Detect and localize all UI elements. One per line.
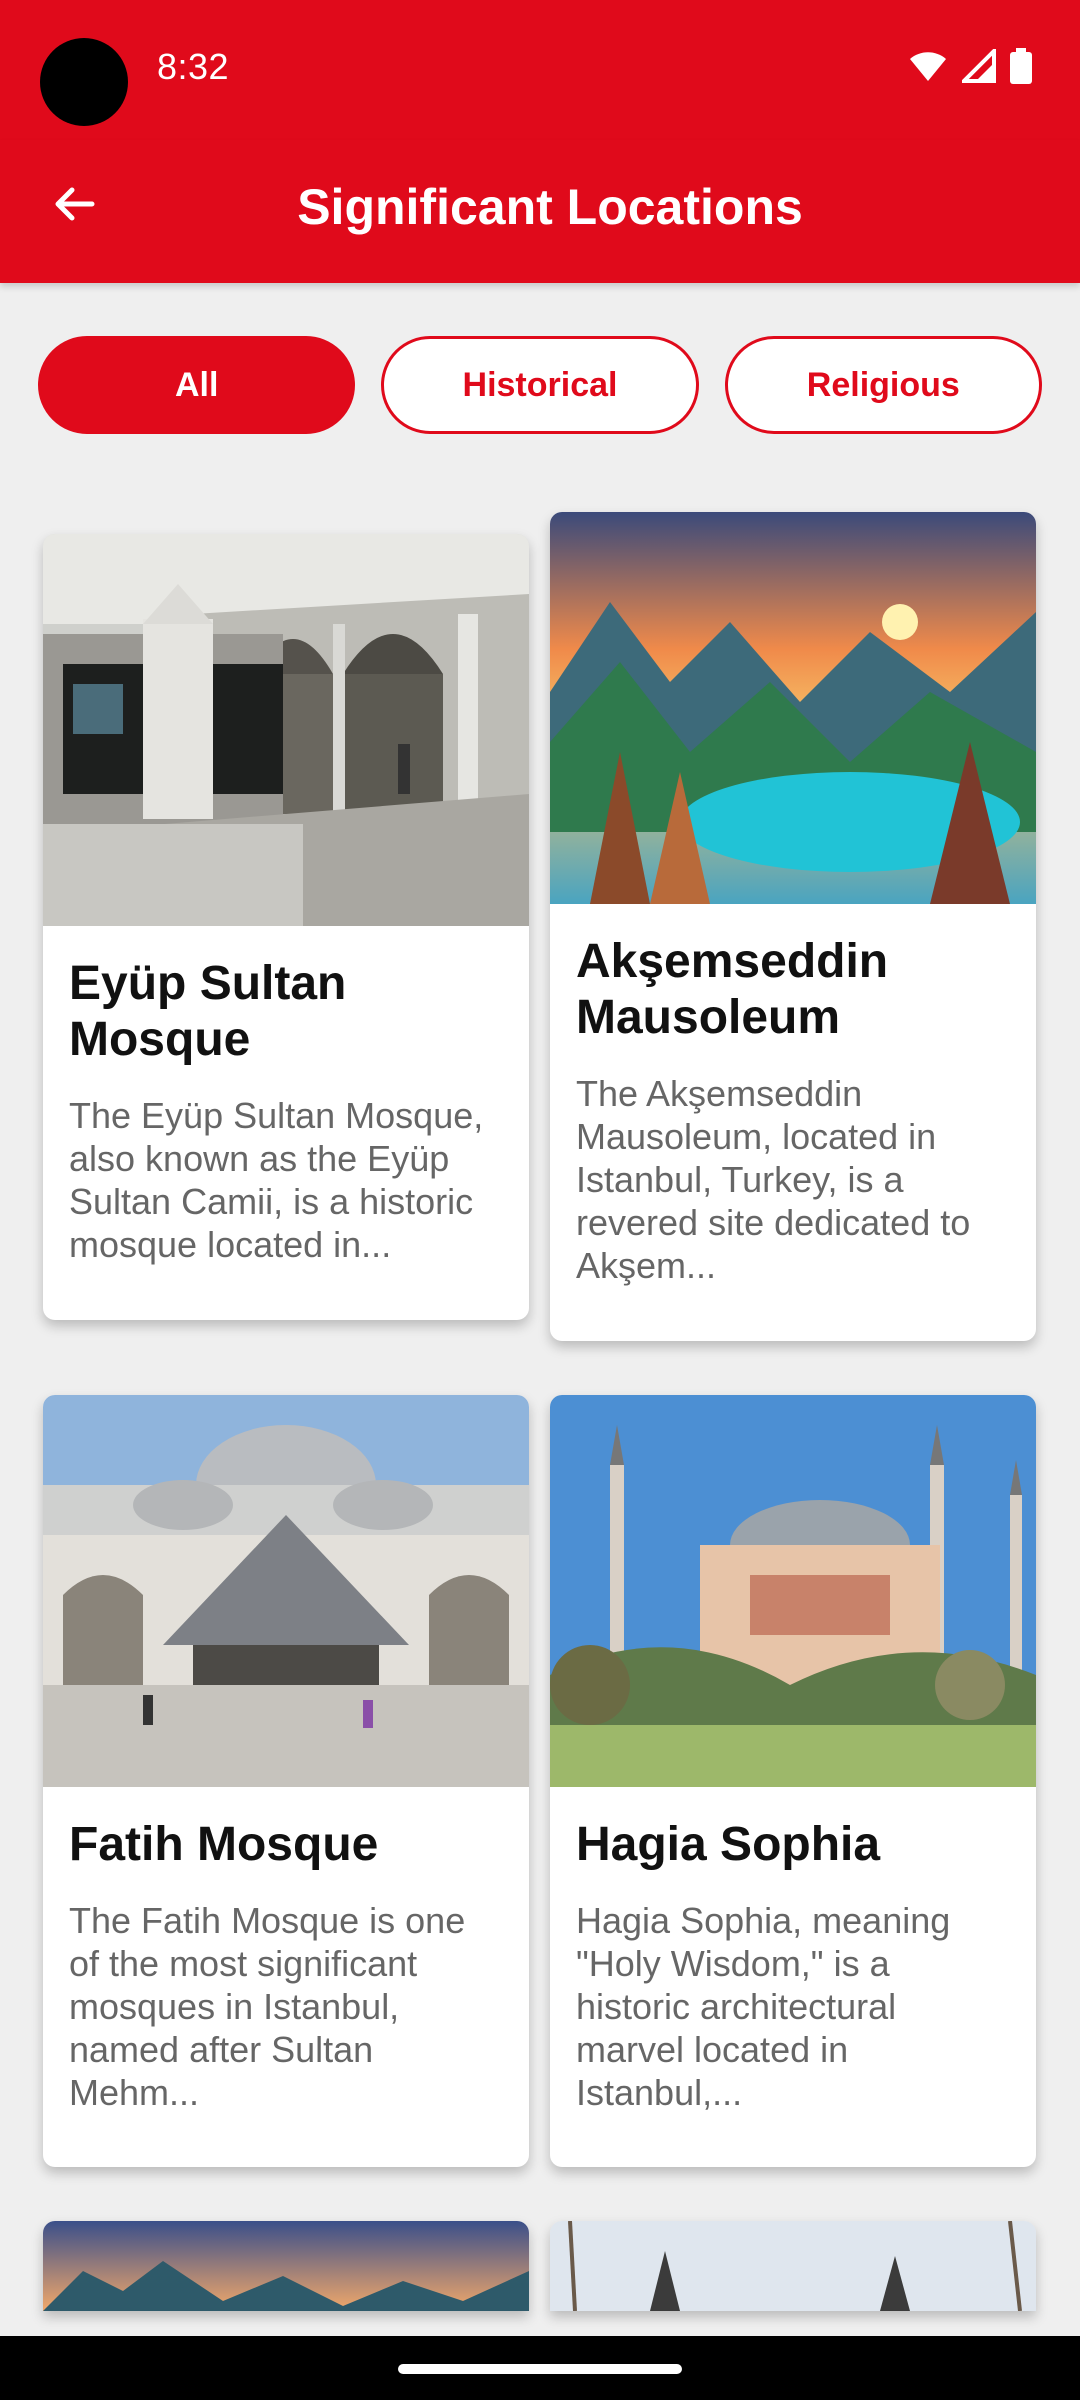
page-title: Significant Locations — [297, 179, 803, 235]
status-time: 8:32 — [157, 46, 230, 87]
filter-all[interactable]: All — [38, 336, 356, 434]
app-bar: Significant Locations — [0, 140, 1080, 283]
filter-historical[interactable]: Historical — [381, 336, 699, 434]
status-bar: 8:32 — [0, 0, 1080, 140]
location-description: The Fatih Mosque is one of the most sign… — [69, 1900, 466, 2113]
location-description: The Akşemseddin Mausoleum, located in Is… — [576, 1073, 971, 1286]
location-description: The Eyüp Sultan Mosque, also known as th… — [69, 1095, 484, 1265]
location-title: Hagia Sophia — [576, 1818, 881, 1871]
location-image — [43, 534, 529, 926]
location-image — [550, 512, 1036, 904]
location-description: Hagia Sophia, meaning "Holy Wisdom," is … — [576, 1900, 951, 2113]
location-image — [550, 2221, 1036, 2311]
filter-chips: All Historical Religious — [38, 336, 1042, 434]
location-card-fatih[interactable]: Fatih Mosque The Fatih Mosque is one of … — [43, 1395, 529, 2167]
wifi-icon — [908, 49, 948, 88]
status-icons — [908, 46, 1032, 89]
camera-cutout — [40, 38, 128, 126]
location-card-peek[interactable] — [43, 2221, 529, 2311]
location-image — [43, 2221, 529, 2311]
location-card-hagia-sophia[interactable]: Hagia Sophia Hagia Sophia, meaning "Holy… — [550, 1395, 1036, 2167]
location-image — [43, 1395, 529, 1787]
system-navigation-bar — [0, 2336, 1080, 2400]
location-title: Eyüp Sultan Mosque — [69, 957, 347, 1066]
home-gesture-handle[interactable] — [398, 2364, 682, 2374]
location-image — [550, 1395, 1036, 1787]
location-title: Akşemseddin Mausoleum — [576, 935, 889, 1044]
location-card-peek[interactable] — [550, 2221, 1036, 2311]
location-card-eyup[interactable]: Eyüp Sultan Mosque The Eyüp Sultan Mosqu… — [43, 534, 529, 1320]
signal-icon — [959, 46, 996, 88]
filter-religious[interactable]: Religious — [724, 336, 1042, 434]
battery-icon — [1010, 48, 1032, 89]
location-card-aksemseddin[interactable]: Akşemseddin Mausoleum The Akşemseddin Ma… — [550, 512, 1036, 1341]
location-title: Fatih Mosque — [69, 1818, 379, 1871]
